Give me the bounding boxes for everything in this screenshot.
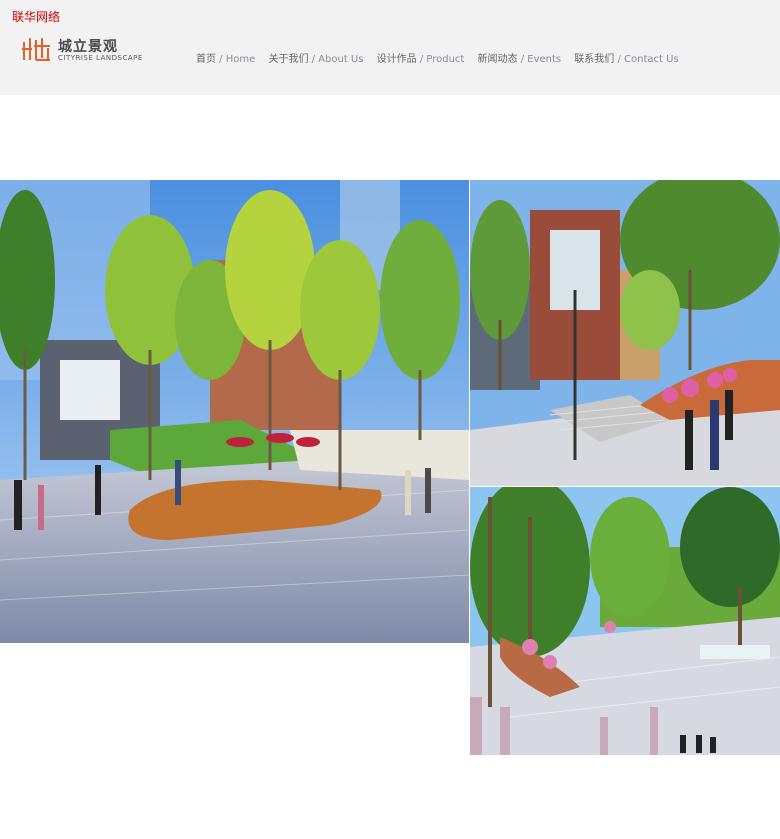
landscape-render-main (0, 180, 469, 643)
main-nav: 首页 / Home 关于我们 / About Us 设计作品 / Product… (196, 50, 689, 65)
brand-name-cn: 城立景观 (58, 39, 118, 55)
nav-label-en: / Product (416, 54, 465, 65)
brand-name-en: CITYRISE LANDSCAPE (58, 54, 143, 62)
nav-label-cn: 新闻动态 (477, 54, 518, 65)
nav-events[interactable]: 新闻动态 / Events (478, 50, 562, 65)
landscape-render-top-right (470, 180, 780, 486)
nav-label-cn: 联系我们 (574, 54, 615, 65)
brand-logo[interactable]: 城立景观 CITYRISE LANDSCAPE (22, 36, 142, 66)
nav-label-en: / Events (517, 54, 562, 65)
nav-product[interactable]: 设计作品 / Product (377, 50, 465, 65)
header-bar: 联华网络 城立景观 CITYRISE LANDSCAPE 首页 / Home 关… (0, 0, 780, 95)
site-tag[interactable]: 联华网络 (12, 8, 60, 25)
plaza-image (0, 180, 469, 643)
garden-path-image (470, 487, 780, 755)
logo-mark-icon (22, 38, 50, 61)
nav-label-cn: 关于我们 (268, 54, 309, 65)
nav-label-en: / About Us (308, 54, 364, 65)
nav-label-cn: 首页 (196, 54, 216, 65)
nav-about[interactable]: 关于我们 / About Us (268, 50, 363, 65)
landscape-render-bottom-right (470, 487, 780, 755)
nav-label-cn: 设计作品 (376, 54, 417, 65)
nav-contact[interactable]: 联系我们 / Contact Us (574, 50, 678, 65)
nav-label-en: / Home (216, 54, 256, 65)
stairway-image (470, 180, 780, 486)
nav-home[interactable]: 首页 / Home (196, 50, 255, 65)
nav-label-en: / Contact Us (614, 54, 679, 65)
